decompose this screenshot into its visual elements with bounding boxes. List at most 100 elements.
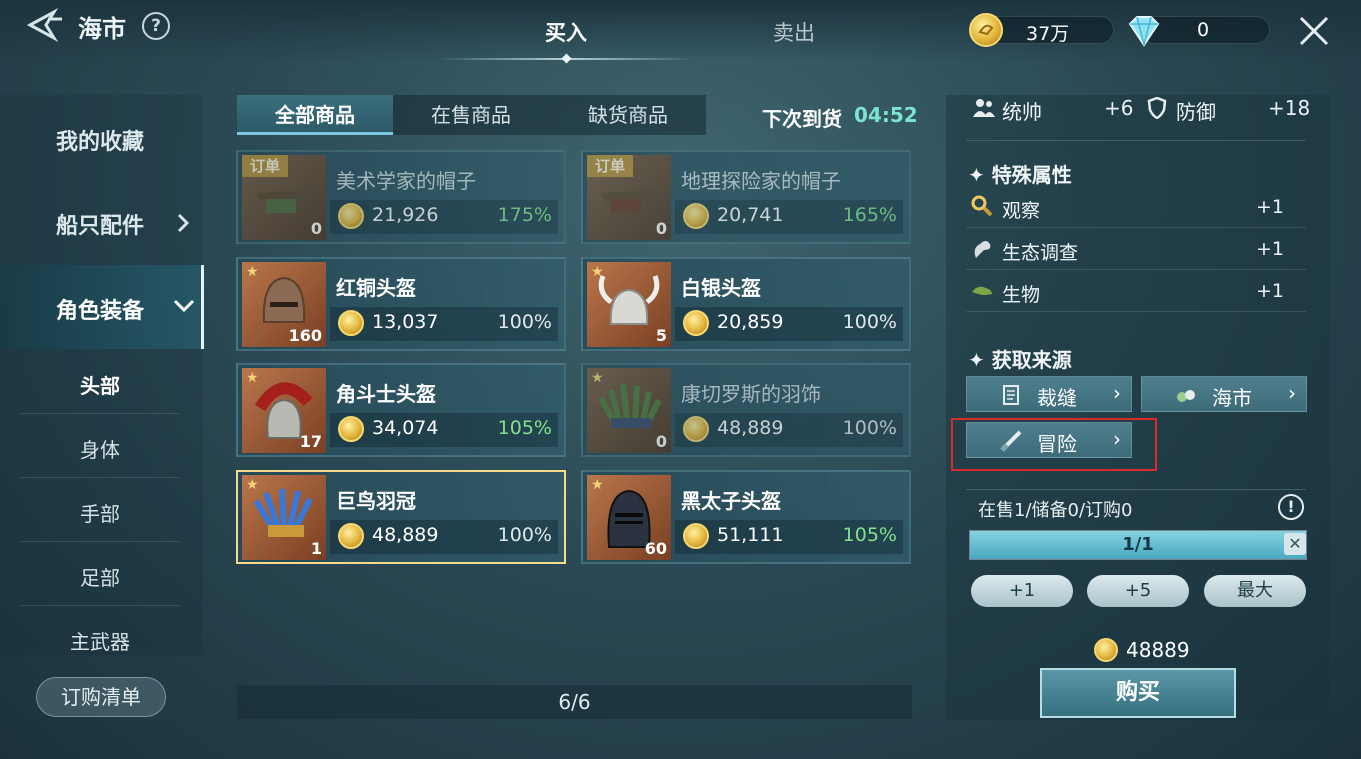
item-price-percent: 105%: [842, 524, 897, 546]
item-quantity: 5: [655, 326, 667, 345]
item-card[interactable]: ★ 5 白银头盔 20,859 100%: [581, 257, 911, 351]
add-five-button[interactable]: +5: [1087, 575, 1189, 607]
item-price-percent: 105%: [497, 417, 552, 439]
gold-coin-icon: [969, 13, 1003, 47]
coin-icon: [338, 203, 364, 229]
sidebar-sub-body[interactable]: 身体: [0, 434, 200, 463]
page-indicator: 6/6: [237, 685, 912, 719]
sidebar-sub-head[interactable]: 头部: [0, 370, 200, 399]
stat-defense-label: 防御: [1176, 100, 1216, 124]
item-thumbnail: ★ 0: [587, 368, 671, 453]
quantity-slider-text: 1/1: [1122, 534, 1154, 555]
item-price: 34,074: [372, 417, 439, 439]
item-card[interactable]: 订单 0 地理探险家的帽子 20,741 165%: [581, 150, 911, 244]
item-quantity: 160: [288, 326, 322, 345]
item-name: 白银头盔: [681, 276, 761, 300]
divider: [20, 477, 180, 478]
max-button[interactable]: 最大: [1204, 575, 1306, 607]
order-badge: 订单: [242, 155, 288, 177]
item-price-percent: 100%: [842, 417, 897, 439]
item-thumbnail: ★ 60: [587, 475, 671, 560]
item-quantity: 0: [655, 219, 667, 238]
star-icon: ★: [246, 370, 259, 386]
attribute-value: +1: [1255, 280, 1284, 302]
lizard-icon: [972, 286, 992, 295]
divider: [20, 605, 180, 606]
item-quantity: 0: [655, 432, 667, 451]
coin-icon: [338, 416, 364, 442]
total-price: 48889: [1126, 638, 1190, 662]
star-icon: ★: [591, 370, 604, 386]
coin-icon: [1094, 638, 1118, 662]
item-name: 巨鸟羽冠: [336, 489, 416, 513]
sidebar-item-favorites[interactable]: 我的收藏: [0, 124, 200, 156]
sidebar-sub-main-weapon[interactable]: 主武器: [0, 626, 200, 655]
sidebar-sub-hands[interactable]: 手部: [0, 498, 200, 527]
sidebar-sub-feet[interactable]: 足部: [0, 562, 200, 591]
item-quantity: 1: [310, 539, 322, 558]
attribute-row: 生物 +1: [966, 272, 1306, 312]
diamond-icon: [1128, 16, 1160, 47]
divider: [966, 140, 1306, 141]
filter-tab-out-of-stock[interactable]: 缺货商品: [550, 95, 706, 135]
gold-amount: 37万: [1026, 23, 1070, 45]
back-arrow-icon[interactable]: [24, 8, 64, 42]
magnifier-icon: [971, 195, 993, 217]
help-icon[interactable]: ?: [142, 12, 170, 40]
info-icon[interactable]: !: [1278, 494, 1304, 520]
item-card-selected[interactable]: ★ 1 巨鸟羽冠 48,889 100%: [236, 470, 566, 564]
order-badge: 订单: [587, 155, 633, 177]
filter-tab-on-sale[interactable]: 在售商品: [393, 95, 549, 135]
buy-button[interactable]: 购买: [1040, 668, 1236, 718]
source-market-button[interactable]: 海市 ›: [1141, 376, 1307, 412]
star-icon: ★: [246, 477, 259, 493]
item-name: 红铜头盔: [336, 276, 416, 300]
item-price: 21,926: [372, 204, 439, 226]
sources-title: ✦ 获取来源: [968, 348, 1072, 372]
attribute-name: 生物: [1002, 284, 1041, 306]
chevron-down-icon: [173, 299, 195, 313]
page-title: 海市: [78, 15, 126, 43]
order-list-button[interactable]: 订购清单: [36, 677, 166, 717]
chevron-right-icon: ›: [1288, 381, 1296, 405]
source-label: 裁缝: [1037, 386, 1077, 410]
item-price-percent: 100%: [497, 524, 552, 546]
sidebar-item-character-gear[interactable]: 角色装备: [0, 293, 200, 325]
clear-quantity-button[interactable]: ✕: [1284, 533, 1306, 555]
coin-icon: [338, 523, 364, 549]
item-price-percent: 165%: [842, 204, 897, 226]
attribute-name: 观察: [1002, 200, 1041, 222]
close-icon[interactable]: [1297, 14, 1331, 48]
divider: [20, 413, 180, 414]
attribute-row: 生态调查 +1: [966, 230, 1306, 270]
attribute-row: 观察 +1: [966, 188, 1306, 228]
item-card[interactable]: ★ 60 黑太子头盔 51,111 105%: [581, 470, 911, 564]
item-price: 51,111: [717, 524, 784, 546]
attribute-value: +1: [1255, 238, 1284, 260]
item-name: 康切罗斯的羽饰: [681, 382, 821, 406]
tab-sell[interactable]: 卖出: [773, 17, 815, 47]
item-thumbnail: ★ 5: [587, 262, 671, 347]
item-card[interactable]: ★ 0 康切罗斯的羽饰 48,889 100%: [581, 363, 911, 457]
diamond-amount: 0: [1197, 19, 1210, 41]
item-price-percent: 100%: [497, 311, 552, 333]
item-quantity: 60: [644, 539, 667, 558]
item-card[interactable]: ★ 160 红铜头盔 13,037 100%: [236, 257, 566, 351]
special-attributes-title: ✦ 特殊属性: [968, 163, 1072, 187]
source-tailor-button[interactable]: 裁缝 ›: [966, 376, 1132, 412]
tab-buy[interactable]: 买入: [545, 17, 587, 47]
add-one-button[interactable]: +1: [971, 575, 1073, 607]
item-card[interactable]: 订单 0 美术学家的帽子 21,926 175%: [236, 150, 566, 244]
people-icon: [973, 99, 995, 117]
stock-status: 在售1/储备0/订购0: [978, 500, 1133, 521]
item-card[interactable]: ★ 17 角斗士头盔 34,074 105%: [236, 363, 566, 457]
attribute-value: +1: [1255, 196, 1284, 218]
item-thumbnail: ★ 160: [242, 262, 326, 347]
chevron-right-icon: [177, 213, 190, 233]
star-icon: ★: [591, 477, 604, 493]
divider: [20, 541, 180, 542]
coin-icon: [683, 416, 709, 442]
item-price-percent: 100%: [842, 311, 897, 333]
filter-tab-all[interactable]: 全部商品: [237, 95, 393, 135]
sidebar-item-ship-parts[interactable]: 船只配件: [0, 208, 200, 240]
